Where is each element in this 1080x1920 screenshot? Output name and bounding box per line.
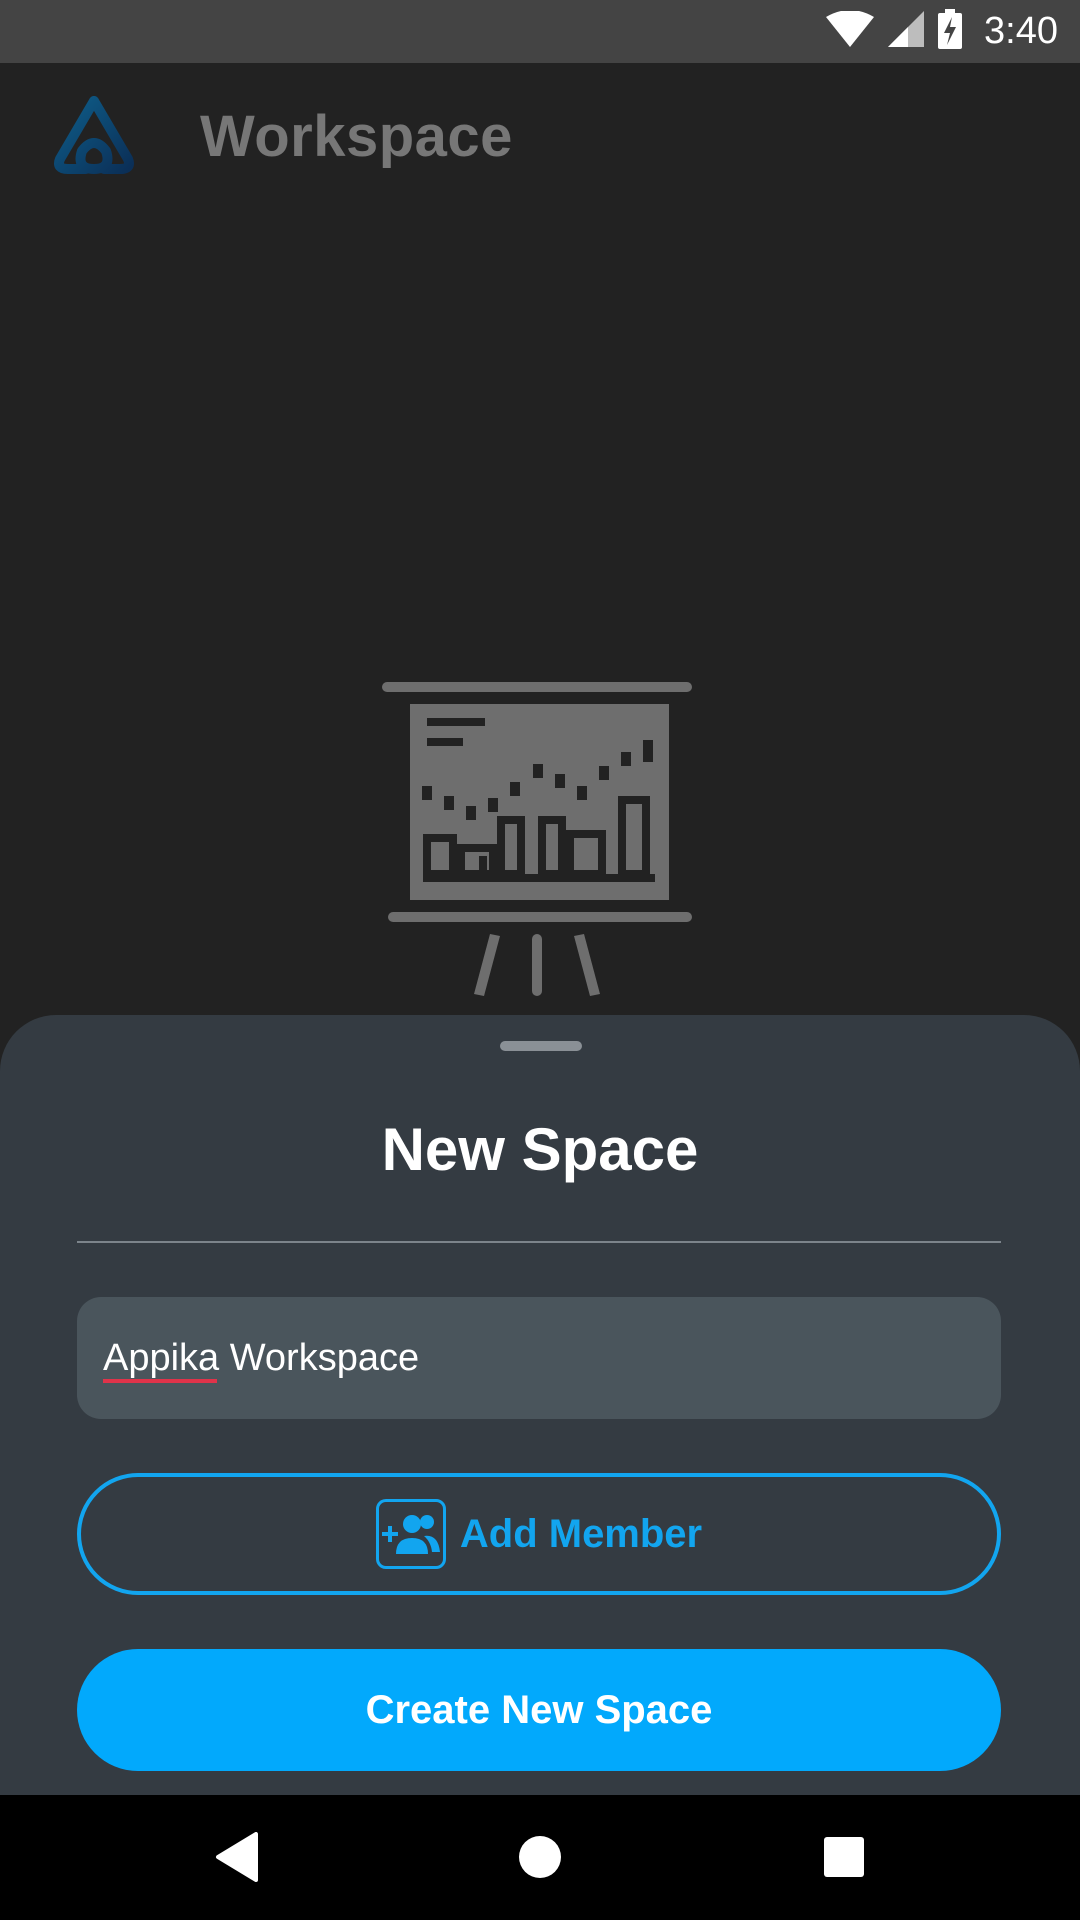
status-bar: 3:40: [0, 0, 1080, 63]
cell-signal-icon: [888, 11, 925, 52]
sheet-drag-handle[interactable]: [500, 1041, 582, 1051]
add-group-icon: [375, 1499, 446, 1569]
navigation-bar: [0, 1795, 1080, 1920]
back-icon[interactable]: [204, 1825, 268, 1889]
add-member-label: Add Member: [459, 1511, 703, 1556]
home-icon[interactable]: [508, 1825, 572, 1889]
space-name-input[interactable]: [77, 1297, 1001, 1419]
presentation-board-chart-icon: [378, 678, 696, 1004]
workspace-logo-icon: [52, 93, 136, 177]
divider: [77, 1241, 1001, 1243]
recents-icon[interactable]: [812, 1825, 876, 1889]
spellcheck-underline: [103, 1379, 217, 1383]
app-bar: Workspace: [0, 63, 1080, 213]
sheet-title: New Space: [381, 1116, 699, 1183]
status-time: 3:40: [984, 10, 1058, 52]
create-new-space-button[interactable]: Create New Space: [77, 1649, 1001, 1771]
status-icons: 3:40: [826, 0, 1058, 63]
new-space-sheet: New Space Add Member Create New Space: [0, 1015, 1080, 1795]
create-new-space-label: Create New Space: [365, 1687, 713, 1732]
wifi-icon: [826, 10, 875, 52]
battery-charging-icon: [938, 9, 963, 54]
add-member-button[interactable]: Add Member: [77, 1473, 1001, 1595]
app-title: Workspace: [200, 104, 513, 169]
